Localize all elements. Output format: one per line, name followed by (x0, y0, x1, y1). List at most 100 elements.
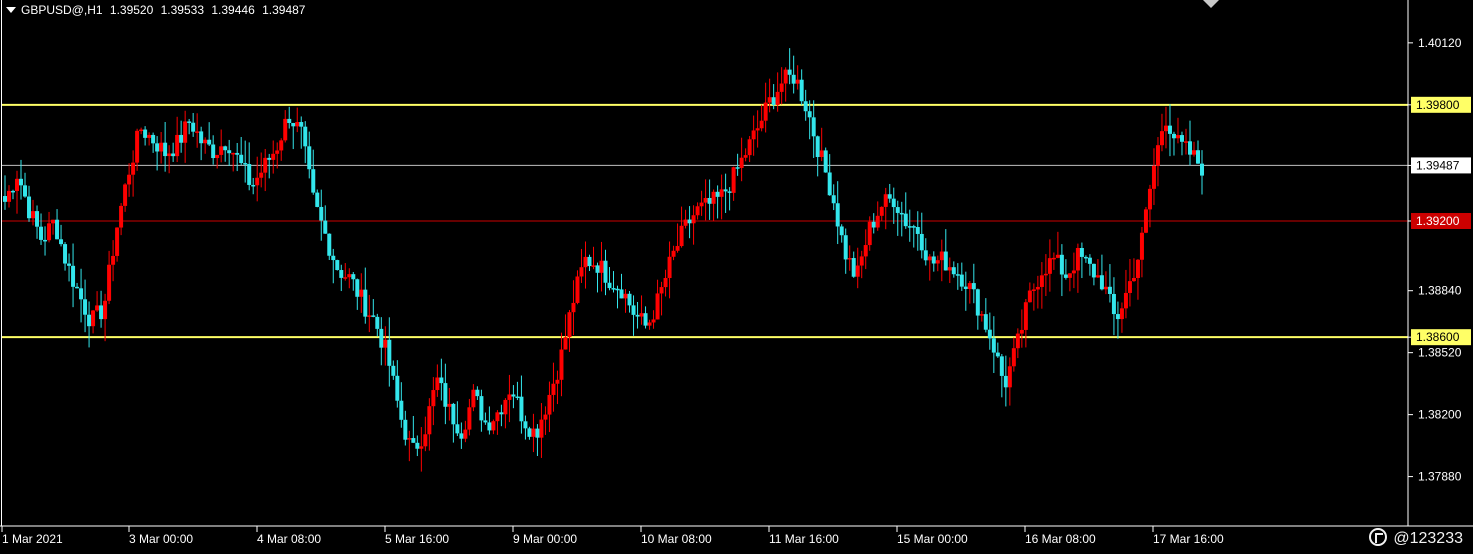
candle-body (471, 389, 476, 408)
candle-body (23, 185, 28, 197)
candle-body (19, 178, 24, 186)
candle-body (675, 246, 680, 251)
candle-body (111, 255, 116, 265)
candle-body (283, 118, 288, 141)
candle-body (1111, 293, 1116, 315)
candle-body (743, 155, 748, 158)
candle-body (51, 219, 56, 224)
candle-body (903, 213, 908, 227)
candle-body (863, 245, 868, 257)
candle-body (1139, 232, 1144, 260)
candle-body (387, 339, 392, 366)
chart-header: GBPUSD@,H1 1.39520 1.39533 1.39446 1.394… (6, 3, 309, 17)
candle-body (891, 198, 896, 208)
candle-body (887, 194, 892, 199)
candle-body (363, 289, 368, 317)
candle-body (1200, 163, 1204, 176)
candle-body (1179, 135, 1184, 142)
candle-body (943, 251, 948, 271)
candle-body (647, 322, 652, 326)
candle-body (1131, 277, 1136, 282)
candle-body (783, 69, 788, 84)
candle-body (643, 313, 648, 326)
time-tick-label: 10 Mar 08:00 (641, 532, 712, 546)
candle-body (1159, 131, 1164, 146)
candle-body (255, 177, 260, 186)
candle-body (163, 142, 168, 157)
candle-body (15, 178, 20, 191)
time-tick-label: 4 Mar 08:00 (257, 532, 321, 546)
candle-body (667, 256, 672, 279)
candle-body (1083, 256, 1088, 259)
candle-body (1003, 375, 1008, 388)
candle-body (1043, 273, 1048, 276)
candle-body (431, 390, 436, 407)
candle-body (243, 163, 248, 165)
candle-body (791, 74, 796, 84)
candle-body (799, 79, 804, 102)
candle-body (1011, 348, 1016, 367)
candle-body (559, 349, 564, 380)
candle-body (771, 97, 776, 105)
time-tick-label: 1 Mar 2021 (2, 532, 63, 546)
candle-body (1175, 135, 1180, 139)
candle-body (739, 157, 744, 168)
candle-body (1103, 286, 1108, 290)
candle-body (555, 379, 560, 384)
candle-body (547, 394, 552, 415)
candle-body (835, 203, 840, 227)
candle-body (975, 289, 980, 316)
candle-body (291, 122, 296, 127)
candle-body (663, 278, 668, 288)
candle-body (463, 429, 468, 439)
candle-body (251, 184, 256, 187)
candle-body (551, 383, 556, 395)
candle-body (991, 338, 996, 353)
candle-body (571, 302, 576, 313)
candle-body (167, 153, 172, 157)
candle-body (683, 219, 688, 226)
candle-body (459, 433, 464, 439)
price-chart[interactable]: 1.40120 1.39800 1.39487 1.39200 1.38840 1.386… (0, 0, 1473, 554)
candle-body (499, 412, 504, 415)
candle-body (915, 227, 920, 234)
candle-body (1075, 247, 1080, 271)
candle-body (55, 219, 60, 240)
dropdown-triangle-icon[interactable] (6, 7, 16, 13)
candle-body (1047, 258, 1052, 274)
candle-body (755, 128, 760, 131)
candle-body (1143, 209, 1148, 233)
candle-body (211, 144, 216, 159)
candle-body (619, 289, 624, 299)
candle-body (811, 117, 816, 137)
candle-body (883, 194, 888, 207)
candle-body (803, 101, 808, 112)
candle-body (203, 139, 208, 144)
candle-body (523, 421, 528, 429)
time-tick-label: 11 Mar 16:00 (769, 532, 839, 546)
price-tick-label: 1.40120 (1418, 36, 1462, 50)
candle-body (1063, 274, 1068, 278)
candle-body (39, 226, 44, 240)
candle-body (987, 329, 992, 339)
watermark-text: @123233 (1393, 530, 1463, 547)
candle-body (295, 122, 300, 127)
candle-body (615, 288, 620, 291)
candle-body (999, 356, 1004, 376)
candle-body (231, 152, 236, 155)
candle-body (435, 377, 440, 391)
candle-body (715, 191, 720, 197)
candle-body (355, 279, 360, 297)
candle-body (487, 422, 492, 431)
candle-body (575, 276, 580, 303)
brand-logo-icon (1369, 528, 1388, 546)
candle-body (935, 260, 940, 264)
candle-body (671, 250, 676, 257)
candle-body (767, 97, 772, 103)
candle-body (343, 277, 348, 279)
candle-body (823, 150, 828, 173)
candle-body (1087, 257, 1092, 264)
candle-body (579, 267, 584, 277)
candle-body (819, 150, 824, 158)
candle-body (3, 196, 7, 202)
